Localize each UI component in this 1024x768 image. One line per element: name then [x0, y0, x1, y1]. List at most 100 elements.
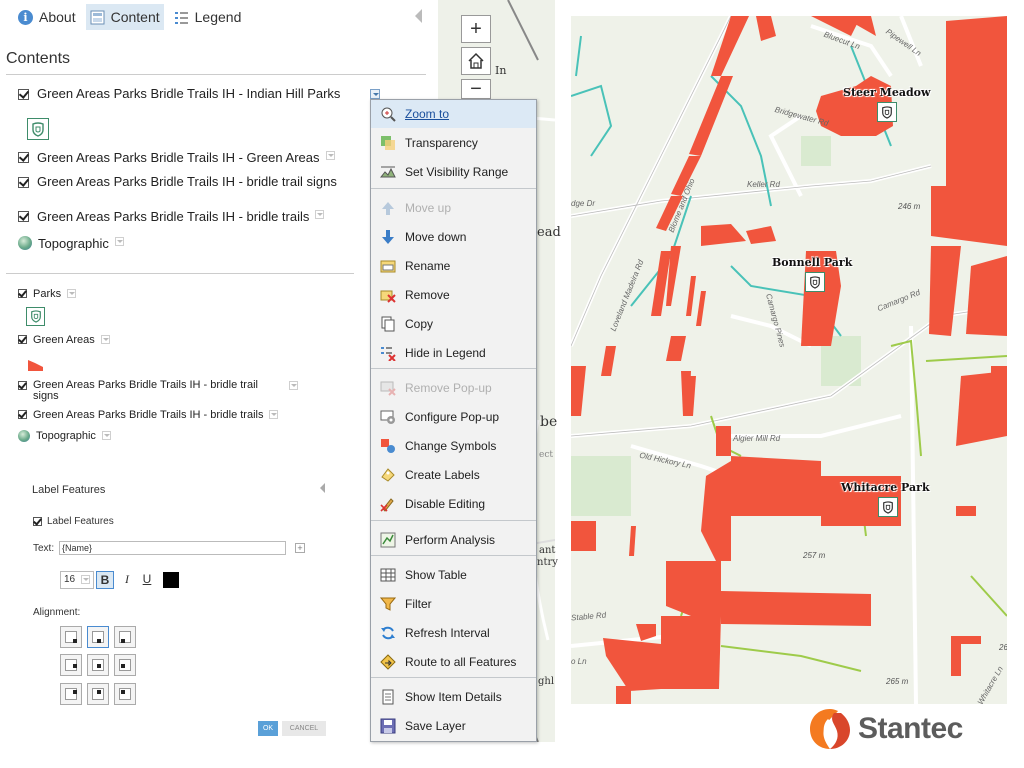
map-strip-text: ntry [537, 557, 558, 568]
chevron-down-icon[interactable] [315, 210, 325, 219]
layer-item-trail-signs[interactable]: Green Areas Parks Bridle Trails IH - bri… [18, 175, 348, 189]
road-label: dge Dr [571, 199, 596, 208]
layer-checkbox[interactable] [18, 335, 27, 344]
chevron-down-icon[interactable] [325, 151, 335, 160]
align-top-left-button[interactable] [60, 626, 82, 648]
save-icon [380, 718, 396, 734]
layer-item-green-areas[interactable]: Green Areas Parks Bridle Trails IH - Gre… [18, 150, 335, 165]
layer-item-bridle-trails[interactable]: Green Areas Parks Bridle Trails IH - bri… [18, 209, 325, 224]
menu-item-show-item-details[interactable]: Show Item Details [371, 683, 536, 711]
italic-button[interactable]: I [118, 571, 136, 589]
menu-item-set-visibility-range[interactable]: Set Visibility Range [371, 158, 536, 186]
menu-item-perform-analysis[interactable]: Perform Analysis [371, 526, 536, 554]
layer-item-topographic[interactable]: Topographic [18, 236, 124, 251]
park-shield-icon [26, 307, 45, 326]
home-button[interactable] [461, 47, 491, 75]
layer-item-parks[interactable]: Green Areas Parks Bridle Trails IH - Ind… [18, 87, 348, 101]
chevron-down-icon[interactable] [101, 431, 111, 440]
sublayer-item-bridle-trails[interactable]: Green Areas Parks Bridle Trails IH - bri… [18, 409, 279, 421]
map-strip-text: ghl [538, 676, 555, 687]
green-area-swatch-icon [28, 360, 43, 371]
menu-item-show-table[interactable]: Show Table [371, 561, 536, 589]
tab-content[interactable]: Content [85, 4, 164, 30]
align-center-button[interactable] [87, 654, 109, 676]
menu-item-remove[interactable]: Remove [371, 281, 536, 309]
tab-about[interactable]: i About [14, 4, 80, 30]
underline-button[interactable]: U [138, 571, 156, 589]
menu-item-label: Show Item Details [405, 690, 502, 704]
chevron-down-icon[interactable] [67, 289, 77, 298]
cancel-button[interactable]: CANCEL [282, 721, 326, 736]
align-bottom-right-button[interactable] [114, 683, 136, 705]
font-size-select[interactable]: 16 [60, 571, 94, 589]
layer-checkbox[interactable] [18, 211, 29, 222]
chevron-down-icon[interactable] [289, 381, 298, 390]
menu-item-save-layer[interactable]: Save Layer [371, 712, 536, 740]
remove-popup-icon [380, 380, 396, 396]
chevron-down-icon[interactable] [81, 575, 90, 584]
bold-button[interactable]: B [96, 571, 114, 589]
chevron-down-icon[interactable] [100, 335, 110, 344]
align-middle-left-button[interactable] [60, 654, 82, 676]
menu-item-refresh-interval[interactable]: Refresh Interval [371, 619, 536, 647]
tab-legend[interactable]: Legend [170, 4, 246, 30]
ok-button[interactable]: OK [258, 721, 278, 736]
layer-name: Green Areas Parks Bridle Trails IH - bri… [37, 174, 337, 189]
layer-checkbox[interactable] [18, 410, 27, 419]
menu-item-change-symbols[interactable]: Change Symbols [371, 432, 536, 460]
park-shield-icon[interactable] [877, 102, 897, 122]
park-shield-icon[interactable] [878, 497, 898, 517]
symbols-icon [380, 438, 396, 454]
map-strip-text: In [495, 64, 507, 77]
menu-separator [371, 555, 536, 556]
menu-item-copy[interactable]: Copy [371, 310, 536, 338]
align-bottom-left-button[interactable] [60, 683, 82, 705]
layer-options-toggle[interactable] [370, 89, 380, 99]
add-field-button[interactable]: + [295, 543, 305, 553]
menu-item-transparency[interactable]: Transparency [371, 129, 536, 157]
menu-item-label: Copy [405, 317, 434, 331]
zoom-in-button[interactable]: + [461, 15, 491, 43]
main-map[interactable]: Steer Meadow Bonnell Park Whitacre Park … [571, 16, 1007, 704]
chevron-down-icon[interactable] [269, 410, 279, 419]
zoom-out-button[interactable]: − [461, 79, 491, 99]
menu-item-rename[interactable]: Rename [371, 252, 536, 280]
sublayer-item-green-areas[interactable]: Green Areas [18, 334, 110, 346]
menu-item-create-labels[interactable]: Create Labels [371, 461, 536, 489]
layer-checkbox[interactable] [18, 381, 27, 390]
layer-checkbox[interactable] [18, 289, 27, 298]
menu-item-label: Disable Editing [405, 497, 486, 511]
label-features-toggle[interactable]: Label Features [33, 516, 114, 527]
label-features-checkbox[interactable] [33, 517, 42, 526]
tab-about-label: About [39, 9, 76, 25]
menu-item-zoom-to[interactable]: Zoom to [371, 100, 536, 128]
sublayer-item-trail-signs[interactable]: Green Areas Parks Bridle Trails IH - bri… [18, 380, 318, 402]
layer-checkbox[interactable] [18, 177, 29, 188]
home-icon [468, 52, 484, 69]
align-top-center-button[interactable] [87, 626, 109, 648]
sublayer-item-parks[interactable]: Parks [18, 288, 77, 300]
menu-item-move-down[interactable]: Move down [371, 223, 536, 251]
menu-item-filter[interactable]: Filter [371, 590, 536, 618]
align-middle-right-button[interactable] [114, 654, 136, 676]
label-text-input[interactable]: {Name} [59, 541, 286, 555]
layer-checkbox[interactable] [18, 89, 29, 100]
menu-item-label: Zoom to [405, 107, 450, 121]
menu-item-configure-pop-up[interactable]: Configure Pop-up [371, 403, 536, 431]
chevron-down-icon[interactable] [114, 237, 124, 246]
label-color-swatch[interactable] [163, 572, 179, 588]
collapse-panel-icon[interactable] [415, 9, 422, 23]
park-shield-icon[interactable] [805, 272, 825, 292]
park-label: Bonnell Park [772, 256, 853, 269]
sublayer-item-topographic[interactable]: Topographic [18, 430, 111, 442]
layer-name: Green Areas Parks Bridle Trails IH - bri… [33, 409, 264, 421]
align-top-right-button[interactable] [114, 626, 136, 648]
menu-item-route-to-all-features[interactable]: Route to all Features [371, 648, 536, 676]
menu-item-label: Hide in Legend [405, 346, 486, 360]
collapse-label-panel-icon[interactable] [320, 483, 325, 493]
layer-context-menu: Zoom to Transparency Set Visibility Range M… [370, 99, 537, 742]
menu-item-hide-in-legend[interactable]: Hide in Legend [371, 339, 536, 367]
align-bottom-center-button[interactable] [87, 683, 109, 705]
layer-checkbox[interactable] [18, 152, 29, 163]
menu-item-disable-editing[interactable]: Disable Editing [371, 490, 536, 518]
